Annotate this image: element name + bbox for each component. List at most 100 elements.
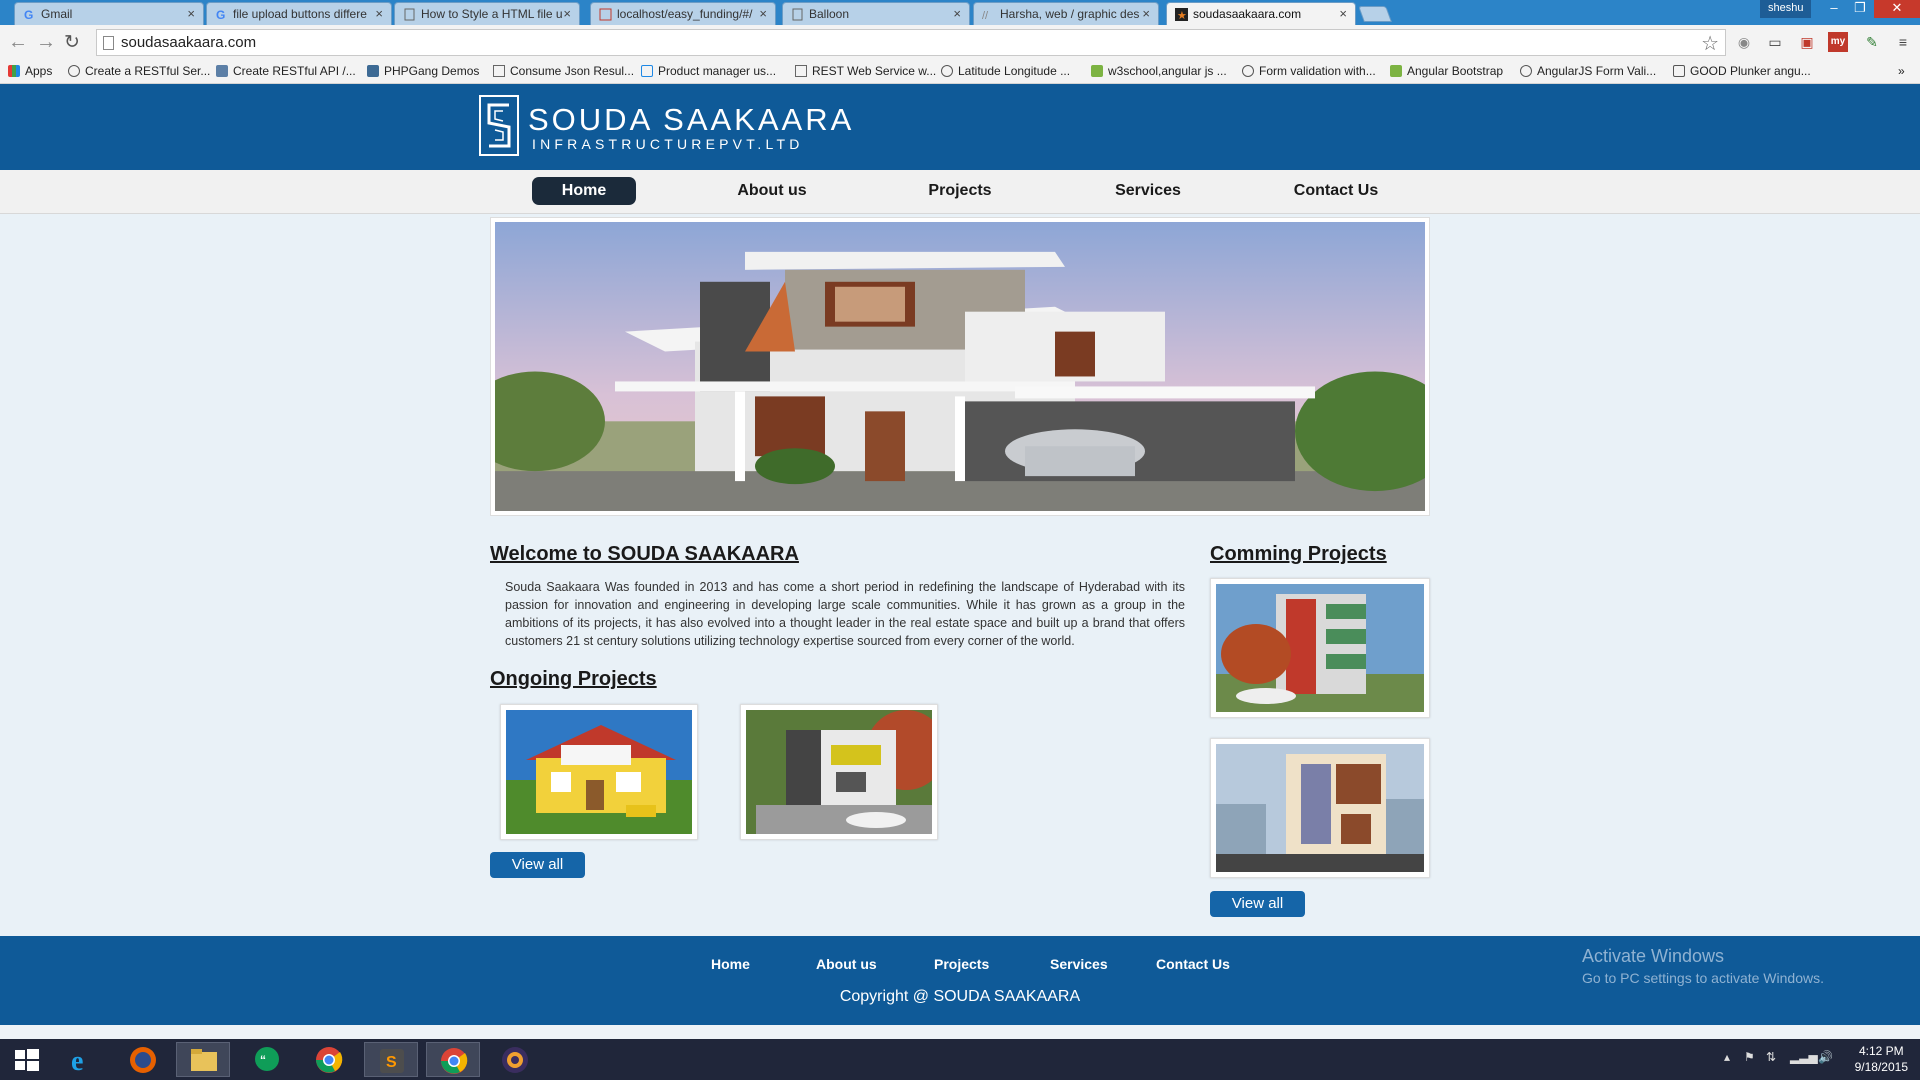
- tab-localhost[interactable]: localhost/easy_funding/#/ ×: [590, 2, 776, 25]
- windows-start-icon[interactable]: [0, 1042, 54, 1077]
- tab-harsha[interactable]: // Harsha, web / graphic des ×: [973, 2, 1159, 25]
- logo-title[interactable]: SOUDA SAAKAARA: [528, 102, 854, 138]
- main-nav: Home About us Projects Services Contact …: [0, 170, 1920, 214]
- site-icon: [216, 65, 228, 77]
- svg-text:S: S: [386, 1054, 397, 1071]
- logo-subtitle: INFRASTRUCTUREPVT.LTD: [532, 136, 804, 152]
- tab-style-html[interactable]: How to Style a HTML file u ×: [394, 2, 580, 25]
- sublime-text-icon[interactable]: S: [364, 1042, 418, 1077]
- footer-link-projects[interactable]: Projects: [934, 956, 989, 972]
- view-all-coming-button[interactable]: View all: [1210, 891, 1305, 917]
- site-icon: [1390, 65, 1402, 77]
- new-tab-button[interactable]: [1358, 6, 1392, 22]
- bookmark-item[interactable]: PHPGang Demos: [367, 64, 479, 78]
- activate-title: Activate Windows: [1582, 946, 1725, 966]
- tab-soudasaakaara[interactable]: ★ soudasaakaara.com ×: [1166, 2, 1356, 25]
- logo-icon[interactable]: [479, 95, 519, 156]
- bookmark-apps[interactable]: Apps: [8, 64, 52, 78]
- page-icon: [403, 8, 416, 21]
- bookmark-item[interactable]: Product manager us...: [641, 64, 776, 78]
- google-icon: G: [215, 8, 228, 22]
- nav-contact-us[interactable]: Contact Us: [1284, 177, 1388, 205]
- bookmark-item[interactable]: Form validation with...: [1242, 64, 1376, 78]
- restore-icon[interactable]: ❐: [1846, 0, 1874, 16]
- minimize-icon[interactable]: –: [1820, 0, 1848, 15]
- ongoing-project-thumb[interactable]: [740, 704, 938, 840]
- profile-button[interactable]: sheshu: [1760, 0, 1812, 18]
- bookmark-item[interactable]: Angular Bootstrap: [1390, 64, 1503, 78]
- bookmark-item[interactable]: Create a RESTful Ser...: [68, 64, 210, 78]
- footer-link-contact-us[interactable]: Contact Us: [1156, 956, 1230, 972]
- close-icon[interactable]: ×: [1339, 6, 1347, 21]
- download-icon: [1673, 65, 1685, 77]
- file-explorer-icon[interactable]: [176, 1042, 230, 1077]
- my-icon[interactable]: my: [1828, 32, 1848, 52]
- close-icon[interactable]: ×: [563, 6, 571, 21]
- tray-expand-icon[interactable]: ▴: [1724, 1050, 1730, 1064]
- tab-gmail[interactable]: G Gmail ×: [14, 2, 204, 25]
- site-icon: ★: [1175, 8, 1188, 22]
- page-bottom-strip: [0, 1025, 1920, 1039]
- ongoing-project-thumb[interactable]: [500, 704, 698, 840]
- footer-link-about-us[interactable]: About us: [816, 956, 877, 972]
- page-icon: [103, 36, 114, 50]
- bus-icon[interactable]: ▣: [1797, 32, 1817, 52]
- close-icon[interactable]: ×: [1142, 6, 1150, 21]
- tab-balloon[interactable]: Balloon ×: [782, 2, 970, 25]
- bookmarks-bar: Apps Create a RESTful Ser... Create REST…: [0, 60, 1920, 84]
- page-icon: [791, 8, 804, 21]
- view-all-ongoing-button[interactable]: View all: [490, 852, 585, 878]
- footer-link-services[interactable]: Services: [1050, 956, 1108, 972]
- chrome-canary-icon[interactable]: [426, 1042, 480, 1077]
- bookmark-item[interactable]: GOOD Plunker angu...: [1673, 64, 1811, 78]
- taskbar-clock[interactable]: 4:12 PM 9/18/2015: [1855, 1043, 1908, 1075]
- chrome-icon[interactable]: [302, 1042, 356, 1077]
- action-center-flag-icon[interactable]: ⚑: [1744, 1050, 1755, 1064]
- site-icon: [1520, 65, 1532, 77]
- bookmark-item[interactable]: REST Web Service w...: [795, 64, 936, 78]
- bookmarks-overflow-icon[interactable]: »: [1898, 64, 1905, 78]
- eclipse-java-ee-icon[interactable]: [488, 1042, 542, 1077]
- internet-explorer-icon[interactable]: e: [56, 1042, 110, 1077]
- firefox-icon[interactable]: [116, 1042, 170, 1077]
- tab-label: How to Style a HTML file u: [421, 7, 563, 21]
- network-signal-icon[interactable]: ▂▃▅: [1790, 1050, 1818, 1064]
- close-icon[interactable]: ×: [953, 6, 961, 21]
- reload-icon[interactable]: ↻: [64, 31, 80, 54]
- hero-banner: [490, 217, 1430, 516]
- pen-icon[interactable]: ✎: [1862, 32, 1882, 52]
- cast-icon[interactable]: ▭: [1765, 32, 1785, 52]
- nav-about-us[interactable]: About us: [718, 177, 826, 205]
- bookmark-item[interactable]: w3school,angular js ...: [1091, 64, 1227, 78]
- coming-project-thumb[interactable]: [1210, 578, 1430, 718]
- svg-text:★: ★: [1177, 10, 1187, 21]
- tab-file-upload[interactable]: G file upload buttons differe ×: [206, 2, 392, 25]
- url-text[interactable]: soudasaakaara.com: [121, 34, 256, 51]
- close-icon[interactable]: ×: [375, 6, 383, 21]
- bookmark-item[interactable]: Latitude Longitude ...: [941, 64, 1070, 78]
- nav-home[interactable]: Home: [532, 177, 636, 205]
- nav-projects[interactable]: Projects: [910, 177, 1010, 205]
- bookmark-item[interactable]: Create RESTful API /...: [216, 64, 356, 78]
- close-window-icon[interactable]: ✕: [1874, 0, 1920, 18]
- nav-services[interactable]: Services: [1098, 177, 1198, 205]
- address-bar[interactable]: soudasaakaara.com ☆: [96, 29, 1726, 56]
- activate-windows-watermark: Activate Windows Go to PC settings to ac…: [1582, 946, 1824, 986]
- coming-project-thumb[interactable]: [1210, 738, 1430, 878]
- site-icon: [1091, 65, 1103, 77]
- back-icon[interactable]: ←: [8, 31, 28, 54]
- bookmark-star-icon[interactable]: ☆: [1701, 31, 1719, 56]
- close-icon[interactable]: ×: [759, 6, 767, 21]
- pocket-icon[interactable]: ◉: [1734, 32, 1754, 52]
- sync-icon[interactable]: ⇅: [1766, 1050, 1776, 1064]
- footer-link-home[interactable]: Home: [711, 956, 750, 972]
- hangouts-icon[interactable]: “: [240, 1042, 294, 1077]
- welcome-heading: Welcome to SOUDA SAAKAARA: [490, 543, 799, 565]
- close-icon[interactable]: ×: [187, 6, 195, 21]
- forward-icon[interactable]: →: [36, 31, 56, 54]
- menu-icon[interactable]: ≡: [1893, 32, 1913, 52]
- browser-tab-strip: G Gmail × G file upload buttons differe …: [0, 0, 1920, 25]
- bookmark-item[interactable]: AngularJS Form Vali...: [1520, 64, 1656, 78]
- bookmark-item[interactable]: Consume Json Resul...: [493, 64, 634, 78]
- volume-icon[interactable]: 🔊: [1818, 1050, 1833, 1064]
